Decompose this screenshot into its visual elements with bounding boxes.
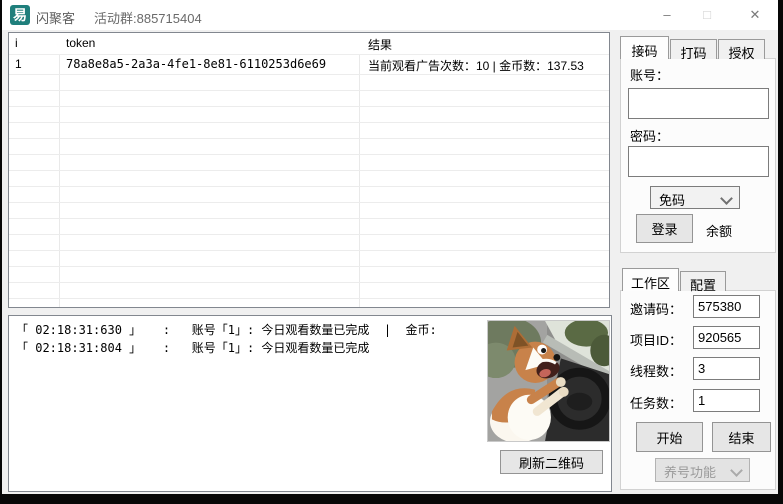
minimize-button[interactable]: – (647, 0, 687, 30)
tab-receive-code[interactable]: 接码 (620, 36, 669, 59)
log-line: 「 02:18:31:804 」 : 账号「1」: 今日观看数量已完成 (16, 339, 369, 356)
balance-label: 余额 (706, 221, 732, 240)
chevron-down-icon (730, 464, 743, 477)
task-count-input[interactable] (693, 389, 760, 412)
window-title: 闪聚客 (36, 8, 75, 27)
tab-config[interactable]: 配置 (680, 271, 726, 291)
table-row[interactable]: 1 78a8e8a5-2a3a-4fe1-8e81-6110253d6e69 当… (9, 54, 609, 75)
thread-count-input[interactable] (693, 357, 760, 380)
tab-authorize[interactable]: 授权 (718, 39, 765, 59)
username-input[interactable] (628, 88, 769, 119)
refresh-qrcode-button[interactable]: 刷新二维码 (500, 450, 603, 474)
nurture-mode-select-disabled: 养号功能 (655, 458, 750, 482)
cell-result: 当前观看广告次数：10 | 金币数：137.53 (359, 54, 609, 74)
app-window: 易 闪聚客 活动群:885715404 – □ ✕ i token 结果 1 7… (2, 0, 778, 494)
password-label: 密码： (630, 126, 669, 145)
column-header-token[interactable]: token (59, 33, 359, 54)
project-id-input[interactable] (693, 326, 760, 349)
invite-code-input[interactable] (693, 295, 760, 318)
invite-code-label: 邀请码： (630, 299, 682, 318)
tab-workspace[interactable]: 工作区 (622, 268, 679, 291)
close-icon: ✕ (750, 7, 761, 22)
code-mode-value: 免码 (659, 193, 685, 208)
password-input[interactable] (628, 146, 769, 177)
corgi-driving-image (487, 320, 610, 442)
stop-button[interactable]: 结束 (712, 422, 771, 452)
minimize-icon: – (663, 7, 670, 22)
maximize-button[interactable]: □ (687, 0, 727, 30)
username-label: 账号： (630, 65, 669, 84)
tab-solve-code[interactable]: 打码 (670, 39, 717, 59)
cell-token: 78a8e8a5-2a3a-4fe1-8e81-6110253d6e69 (59, 54, 359, 74)
column-header-result[interactable]: 结果 (359, 33, 609, 54)
chevron-down-icon (720, 192, 733, 205)
maximize-icon: □ (703, 7, 711, 22)
table-header: i token 结果 (9, 33, 609, 55)
cell-index: 1 (9, 54, 59, 74)
project-id-label: 项目ID： (630, 330, 682, 349)
start-button[interactable]: 开始 (636, 422, 703, 452)
thread-count-label: 线程数： (630, 361, 682, 380)
app-logo-icon: 易 (10, 5, 30, 25)
code-mode-select[interactable]: 免码 (650, 186, 740, 209)
log-line: 「 02:18:31:630 」 : 账号「1」: 今日观看数量已完成 | 金币… (16, 321, 437, 338)
login-button[interactable]: 登录 (636, 214, 693, 243)
close-button[interactable]: ✕ (735, 0, 775, 30)
nurture-mode-value: 养号功能 (664, 465, 716, 480)
token-table: i token 结果 1 78a8e8a5-2a3a-4fe1-8e81-611… (8, 32, 610, 308)
window-subtitle-group-number: 活动群:885715404 (94, 8, 202, 27)
table-empty-rows (9, 75, 609, 307)
column-header-i[interactable]: i (9, 33, 59, 54)
title-bar: 易 闪聚客 活动群:885715404 – □ ✕ (2, 0, 778, 30)
task-count-label: 任务数： (630, 393, 682, 412)
